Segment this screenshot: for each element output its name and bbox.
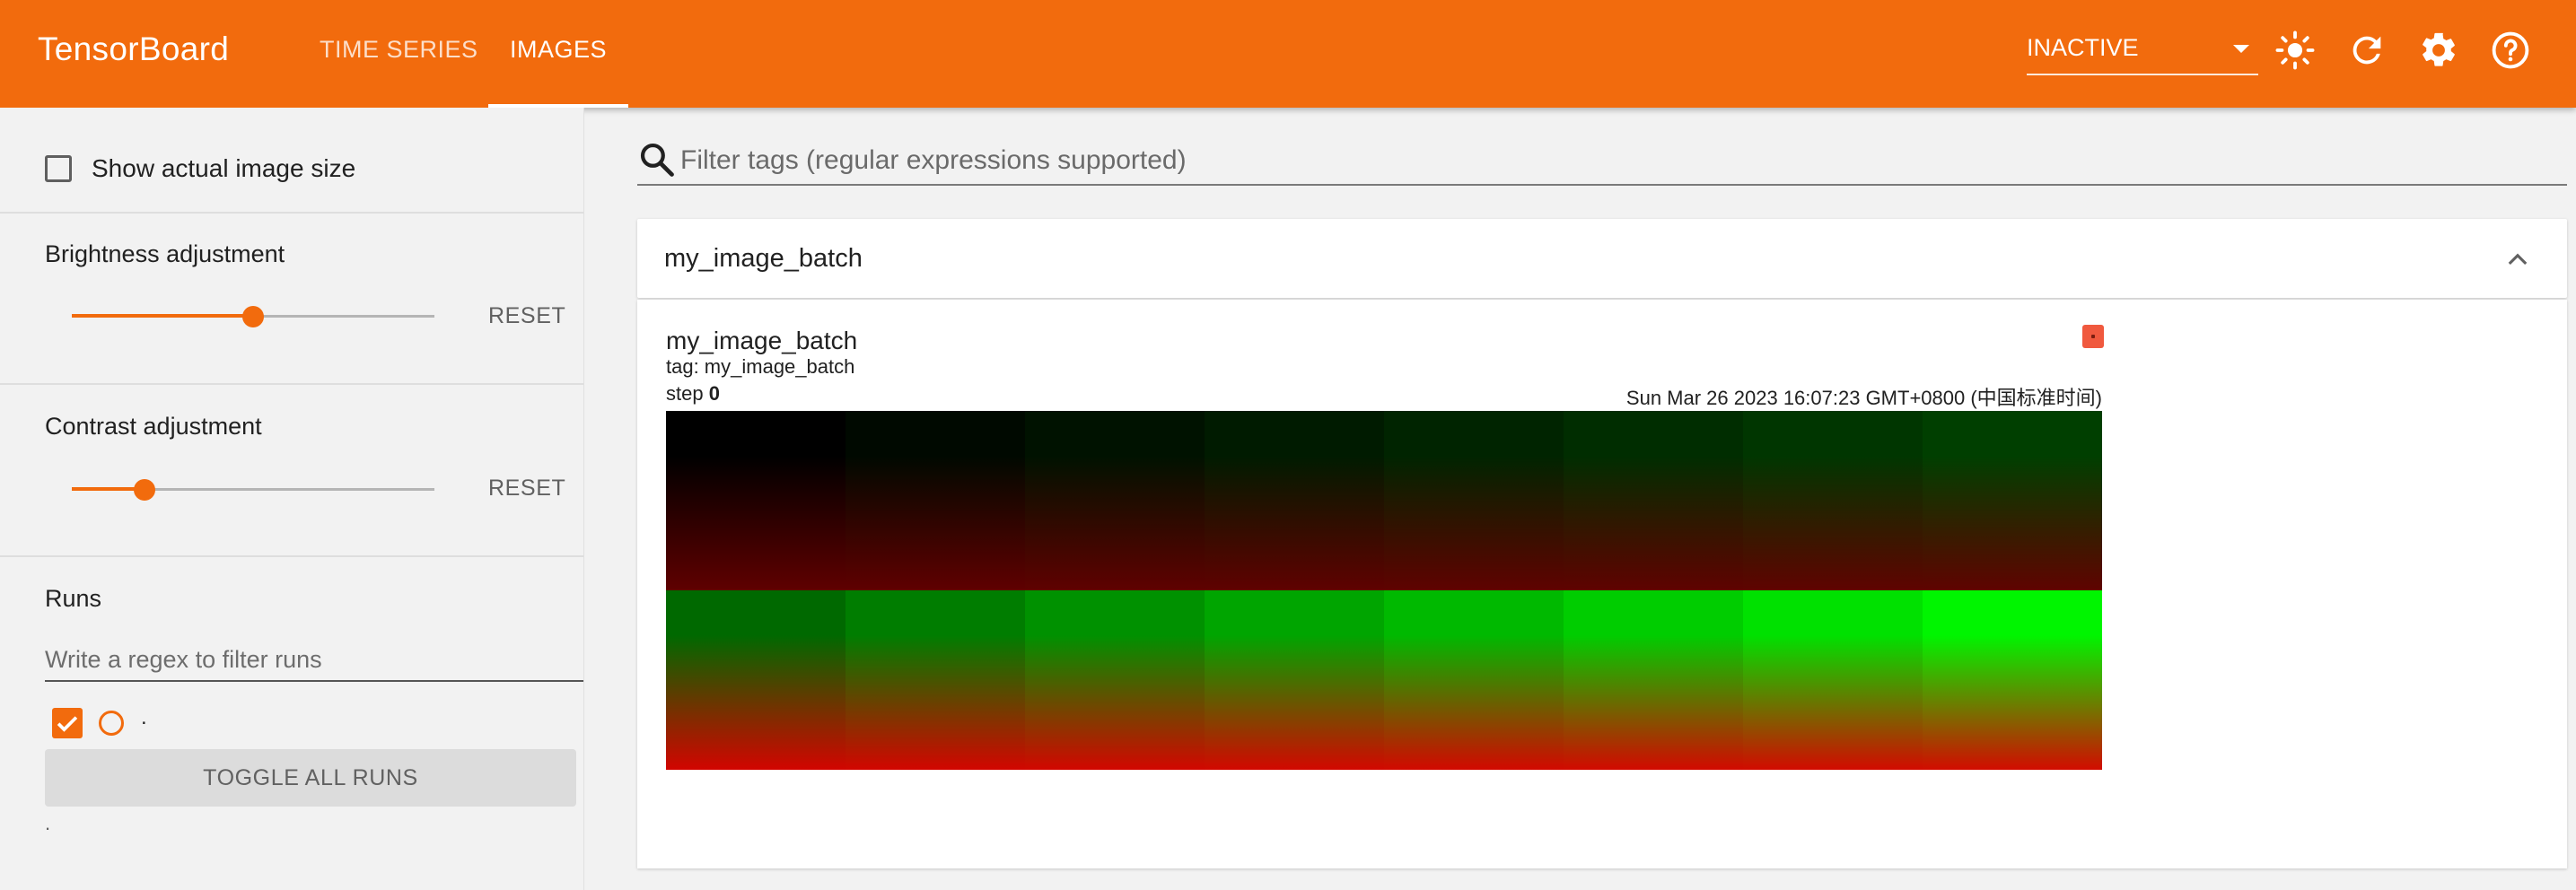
image-tile (666, 411, 846, 590)
brightness-reset-button[interactable]: RESET (488, 303, 565, 329)
image-tile (1025, 590, 1205, 770)
chevron-up-icon[interactable] (2502, 244, 2533, 275)
brightness-slider-fill (72, 314, 253, 318)
group-title: my_image_batch (664, 244, 863, 273)
tag-filter-underline (637, 184, 2567, 186)
sidebar-divider (0, 555, 583, 557)
image-tile (1205, 411, 1384, 590)
reload-icon[interactable] (2346, 30, 2388, 71)
image-tile (1564, 411, 1743, 590)
reload-status-select[interactable]: INACTIVE (2027, 27, 2258, 75)
image-tile (1384, 411, 1564, 590)
brightness-slider-thumb[interactable] (242, 306, 264, 327)
image-tile (1564, 590, 1743, 770)
run-name: . (141, 705, 147, 729)
card-timestamp: Sun Mar 26 2023 16:07:23 GMT+0800 (中国标准时… (1625, 387, 2102, 409)
image-tile (1743, 590, 1923, 770)
image-group-header[interactable]: my_image_batch (637, 219, 2567, 298)
brightness-label: Brightness adjustment (45, 240, 285, 267)
image-tile (1025, 411, 1205, 590)
image-tile (1923, 411, 2102, 590)
help-icon[interactable] (2490, 30, 2531, 71)
show-actual-size-label: Show actual image size (92, 154, 356, 182)
tab-time-series[interactable]: TIME SERIES (320, 0, 478, 108)
dropdown-caret-icon (2233, 45, 2249, 53)
contrast-slider-thumb[interactable] (133, 479, 155, 501)
fullscreen-toggle-button[interactable] (2082, 325, 2104, 348)
step-value: 0 (708, 382, 720, 405)
card-step: step 0 (666, 382, 720, 406)
run-color-swatch[interactable] (99, 711, 124, 736)
image-tile (1205, 590, 1384, 770)
top-app-bar: TensorBoard TIME SERIES IMAGES INACTIVE (0, 0, 2576, 108)
toggle-all-runs-button[interactable]: TOGGLE ALL RUNS (45, 749, 576, 807)
settings-gear-icon[interactable] (2418, 30, 2459, 71)
contrast-reset-button[interactable]: RESET (488, 476, 565, 502)
image-tile (1923, 590, 2102, 770)
image-tile (846, 411, 1025, 590)
image-tile (1384, 590, 1564, 770)
show-actual-size-checkbox[interactable] (45, 155, 72, 182)
run-filter-input[interactable] (45, 639, 583, 682)
step-label: step (666, 382, 709, 405)
reload-status-value: INACTIVE (2027, 34, 2139, 61)
image-batch-preview[interactable] (666, 411, 2102, 770)
image-tile (1743, 411, 1923, 590)
sidebar-divider (0, 383, 583, 385)
runs-footer-text: . (45, 812, 51, 834)
image-tile (846, 590, 1025, 770)
sidebar-divider (0, 212, 583, 214)
card-tag: tag: my_image_batch (666, 355, 855, 378)
tag-filter-input[interactable] (680, 140, 2565, 181)
contrast-label: Contrast adjustment (45, 413, 262, 440)
image-tile (666, 590, 846, 770)
brand-title: TensorBoard (38, 31, 230, 67)
theme-sun-icon[interactable] (2274, 30, 2316, 71)
runs-title: Runs (45, 585, 102, 612)
run-checkbox[interactable] (52, 708, 83, 738)
card-title: my_image_batch (666, 327, 858, 354)
search-icon (637, 140, 677, 179)
tab-images[interactable]: IMAGES (487, 0, 629, 108)
